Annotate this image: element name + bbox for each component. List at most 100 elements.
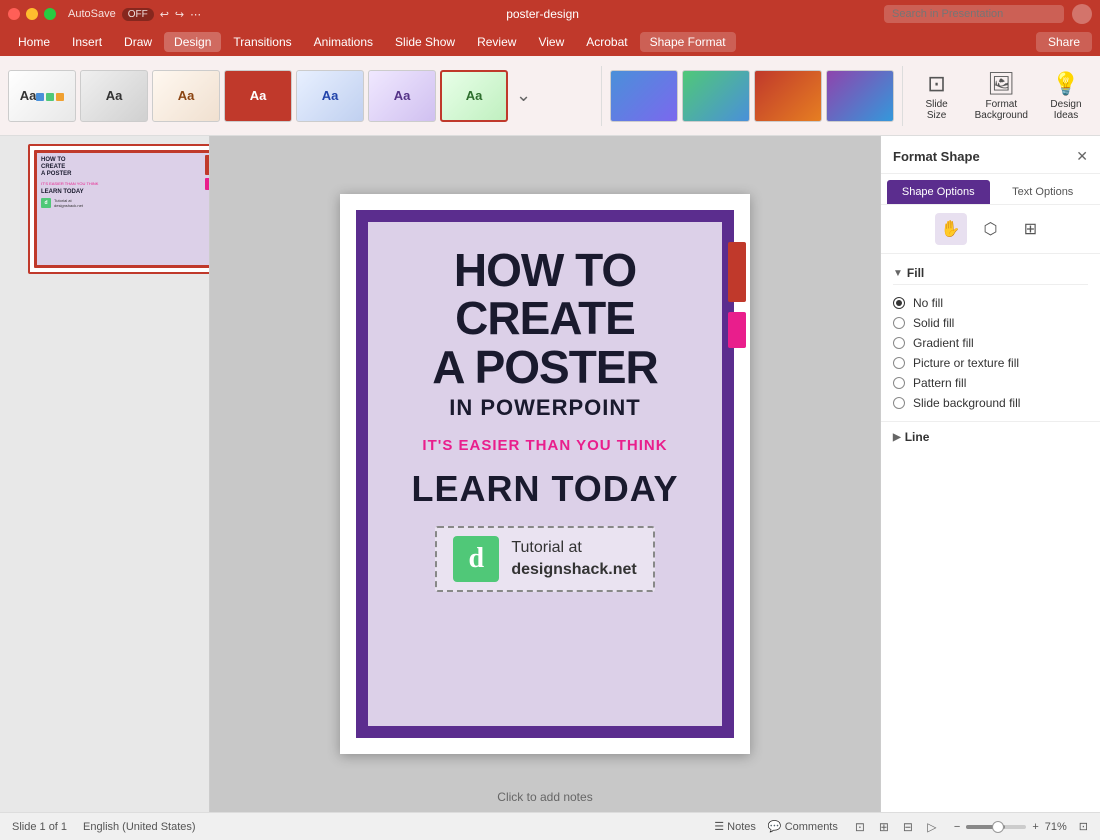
notes-button[interactable]: ☰ Notes	[714, 820, 756, 833]
tab-shape-options[interactable]: Shape Options	[887, 180, 990, 204]
color-variant-4[interactable]	[826, 70, 894, 122]
zoom-level: 71%	[1045, 821, 1067, 833]
maximize-window-button[interactable]	[44, 8, 56, 20]
menu-slideshow[interactable]: Slide Show	[385, 32, 465, 52]
panel-header: Format Shape ✕	[881, 136, 1100, 174]
fit-to-window-icon[interactable]: ⊡	[1079, 820, 1088, 833]
statusbar: Slide 1 of 1 English (United States) ☰ N…	[0, 812, 1100, 840]
redo-icon[interactable]: ↪	[175, 8, 184, 21]
panel-tabs: Shape Options Text Options	[881, 174, 1100, 205]
more-actions-icon[interactable]: ⋯	[190, 8, 201, 21]
fill-option-slide-bg[interactable]: Slide background fill	[893, 393, 1088, 413]
radio-picture-fill[interactable]	[893, 357, 905, 369]
canvas-area[interactable]: HOW TO CREATE A POSTER IN POWERPOINT IT'…	[210, 136, 880, 812]
menu-view[interactable]: View	[528, 32, 574, 52]
theme-1[interactable]: Aa	[8, 70, 76, 122]
zoom-track[interactable]	[966, 825, 1026, 829]
theme-5[interactable]: Aa	[296, 70, 364, 122]
theme-7[interactable]: Aa	[440, 70, 508, 122]
slide-sorter-button[interactable]: ⊞	[874, 817, 894, 837]
fill-option-pattern[interactable]: Pattern fill	[893, 373, 1088, 393]
design-ideas-icon: 💡	[1052, 71, 1079, 97]
fill-picture-label: Picture or texture fill	[913, 356, 1019, 370]
line-section-header[interactable]: ▶ Line	[893, 430, 1088, 444]
theme-3[interactable]: Aa	[152, 70, 220, 122]
menu-acrobat[interactable]: Acrobat	[576, 32, 637, 52]
fill-none-label: No fill	[913, 296, 943, 310]
autosave-area: AutoSave OFF ↩ ↪ ⋯	[68, 8, 201, 21]
poster-logo: d	[453, 536, 499, 582]
reading-view-button[interactable]: ⊟	[898, 817, 918, 837]
normal-view-button[interactable]: ⊡	[850, 817, 870, 837]
sub-tab-shape-icon[interactable]: ⬡	[975, 213, 1007, 245]
comments-button[interactable]: 💬 Comments	[768, 820, 838, 833]
poster-logo-row[interactable]: d Tutorial at designshack.net	[435, 526, 654, 592]
radio-solid-fill[interactable]	[893, 317, 905, 329]
theme-4[interactable]: Aa	[224, 70, 292, 122]
theme-2[interactable]: Aa	[80, 70, 148, 122]
panel-close-button[interactable]: ✕	[1076, 148, 1088, 165]
slide-size-button[interactable]: ⊡ SlideSize	[911, 67, 963, 125]
zoom-out-icon[interactable]: −	[954, 821, 960, 833]
fill-option-solid[interactable]: Solid fill	[893, 313, 1088, 333]
radio-no-fill[interactable]	[893, 297, 905, 309]
user-avatar[interactable]	[1072, 4, 1092, 24]
view-icons: ⊡ ⊞ ⊟ ▷	[850, 817, 942, 837]
minimize-window-button[interactable]	[26, 8, 38, 20]
notes-icon: ☰	[714, 821, 724, 833]
tab-text-options[interactable]: Text Options	[992, 180, 1095, 204]
menu-shape-format[interactable]: Shape Format	[640, 32, 736, 52]
slide-thumbnail-1[interactable]: HOW TOCREATEA POSTER IT'S EASIER THAN YO…	[28, 144, 210, 274]
slides-panel: 1 HOW TOCREATEA POSTER IT'S EASIER THAN …	[0, 136, 210, 812]
radio-pattern-fill[interactable]	[893, 377, 905, 389]
headline-line1: HOW TO	[454, 244, 636, 296]
menubar: Home Insert Draw Design Transitions Anim…	[0, 28, 1100, 56]
radio-slide-bg-fill[interactable]	[893, 397, 905, 409]
fill-section-header[interactable]: ▼ Fill	[893, 262, 1088, 285]
slide-canvas[interactable]: HOW TO CREATE A POSTER IN POWERPOINT IT'…	[340, 194, 750, 754]
menu-review[interactable]: Review	[467, 32, 526, 52]
zoom-in-icon[interactable]: +	[1032, 821, 1038, 833]
zoom-slider[interactable]: − + 71%	[954, 821, 1067, 833]
fill-option-none[interactable]: No fill	[893, 293, 1088, 313]
fill-slide-bg-label: Slide background fill	[913, 396, 1020, 410]
design-ideas-label: DesignIdeas	[1050, 99, 1081, 121]
radio-gradient-fill[interactable]	[893, 337, 905, 349]
menu-insert[interactable]: Insert	[62, 32, 112, 52]
poster-domain: Tutorial at designshack.net	[511, 537, 636, 582]
fill-option-gradient[interactable]: Gradient fill	[893, 333, 1088, 353]
share-button[interactable]: Share	[1036, 32, 1092, 52]
poster-deco-red	[728, 242, 746, 302]
menu-transitions[interactable]: Transitions	[223, 32, 301, 52]
menu-home[interactable]: Home	[8, 32, 60, 52]
format-background-button[interactable]: 🖼 FormatBackground	[967, 67, 1036, 125]
menu-draw[interactable]: Draw	[114, 32, 162, 52]
sub-tab-fill-icon[interactable]: ✋	[935, 213, 967, 245]
theme-expand-button[interactable]: ⌄	[512, 85, 535, 106]
fill-option-picture[interactable]: Picture or texture fill	[893, 353, 1088, 373]
search-input[interactable]	[884, 5, 1064, 23]
theme-6[interactable]: Aa	[368, 70, 436, 122]
notes-hint[interactable]: Click to add notes	[497, 790, 592, 804]
tutorial-line2: designshack.net	[511, 559, 636, 581]
notes-label: Notes	[727, 821, 756, 833]
zoom-thumb[interactable]	[992, 821, 1004, 833]
titlebar: AutoSave OFF ↩ ↪ ⋯ poster-design	[0, 0, 1100, 28]
menu-design[interactable]: Design	[164, 32, 221, 52]
design-ideas-button[interactable]: 💡 DesignIdeas	[1040, 67, 1092, 125]
menu-animations[interactable]: Animations	[304, 32, 383, 52]
slideshow-button[interactable]: ▷	[922, 817, 942, 837]
ribbon-divider-1	[601, 66, 602, 126]
undo-icon[interactable]: ↩	[160, 8, 169, 21]
autosave-toggle[interactable]: OFF	[122, 8, 154, 21]
color-variant-1[interactable]	[610, 70, 678, 122]
close-window-button[interactable]	[8, 8, 20, 20]
poster-subheading: IN POWERPOINT	[449, 395, 640, 421]
line-section-label: Line	[905, 430, 930, 444]
color-variant-2[interactable]	[682, 70, 750, 122]
panel-title: Format Shape	[893, 149, 980, 164]
sub-tab-layout-icon[interactable]: ⊞	[1015, 213, 1047, 245]
comments-icon: 💬	[768, 821, 782, 833]
comments-label: Comments	[785, 821, 838, 833]
color-variant-3[interactable]	[754, 70, 822, 122]
